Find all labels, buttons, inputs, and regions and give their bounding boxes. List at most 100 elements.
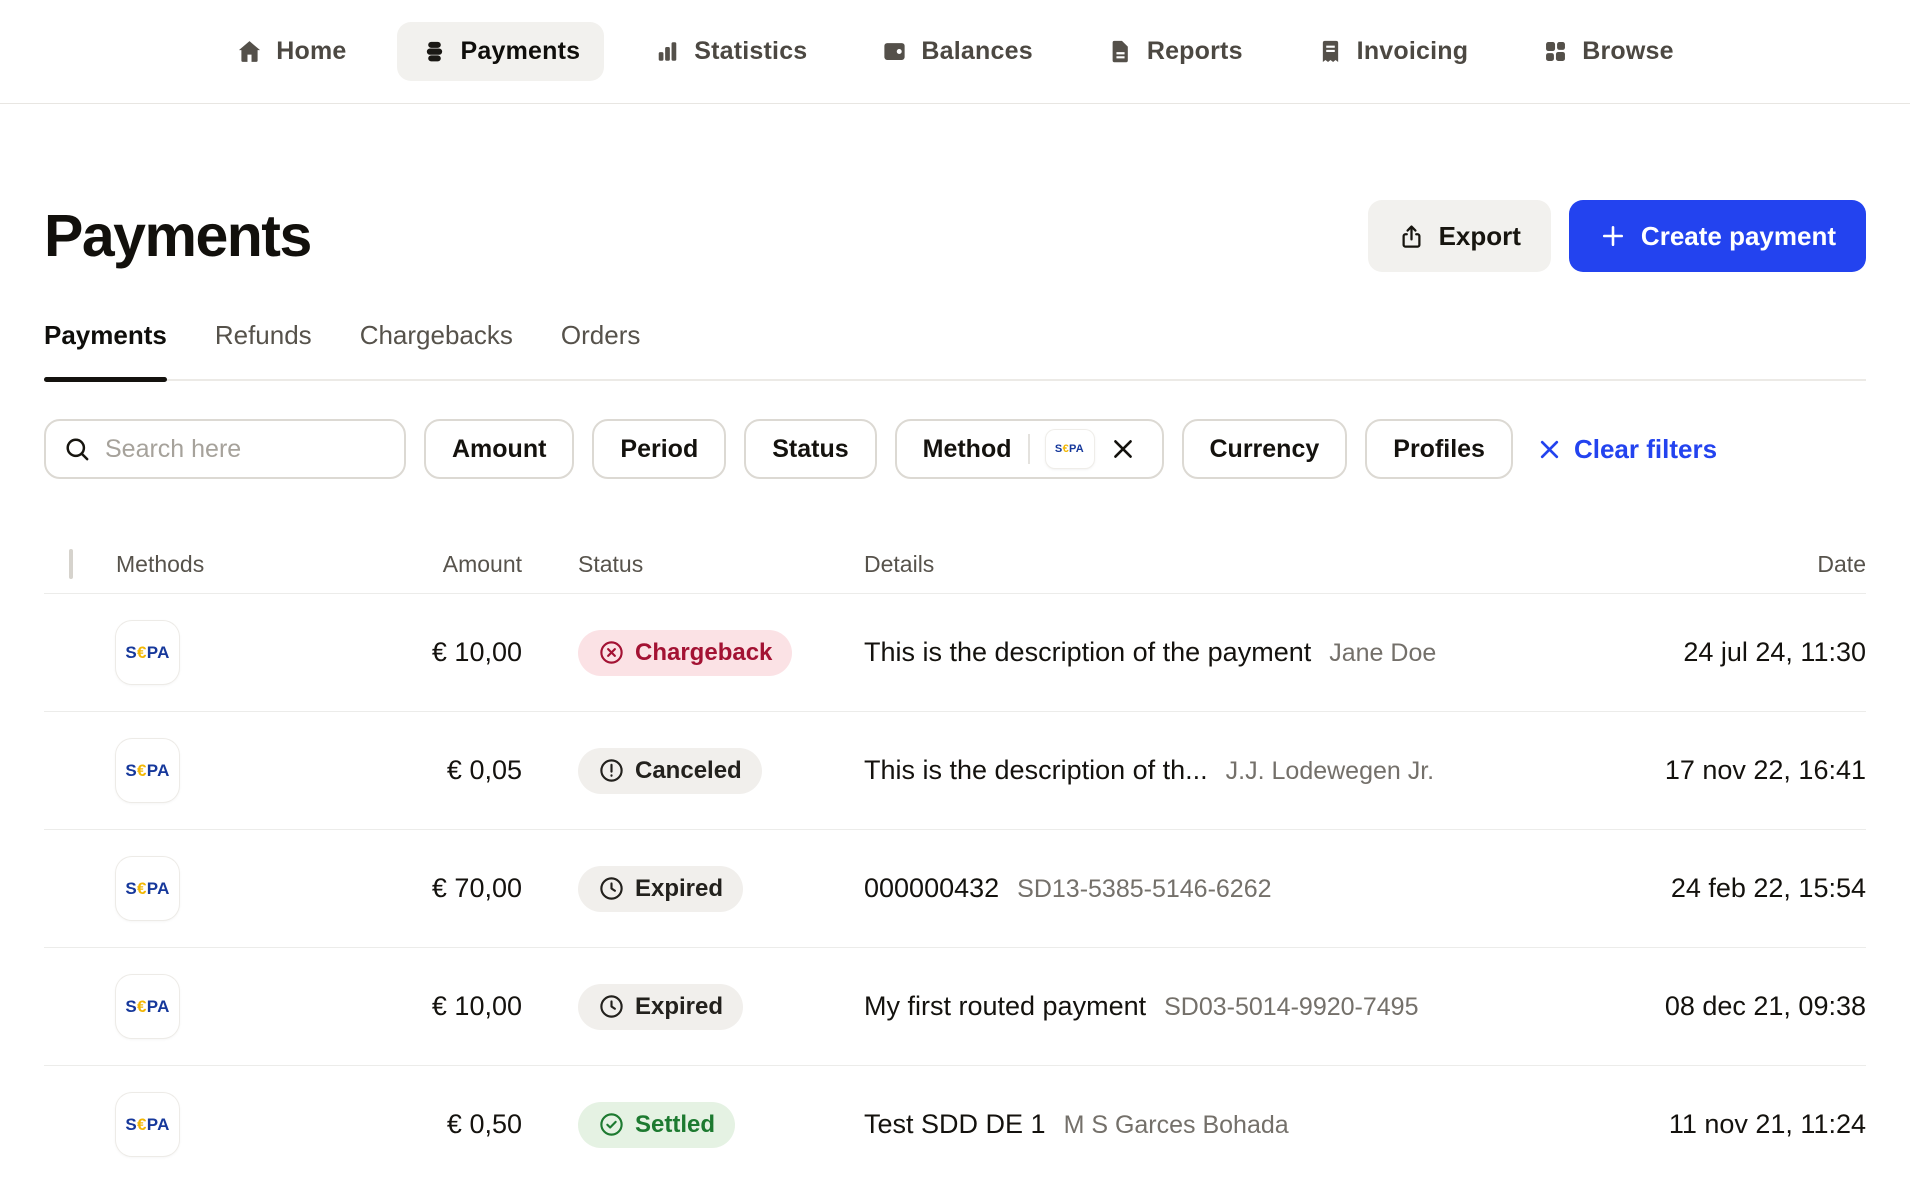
page-header: Payments Export Create payment — [44, 200, 1866, 272]
home-icon — [236, 38, 263, 65]
sepa-letter-s: S — [125, 643, 137, 663]
sepa-euro: € — [137, 879, 147, 899]
nav-item-balances[interactable]: Balances — [857, 22, 1056, 81]
export-button[interactable]: Export — [1368, 200, 1551, 272]
nav-item-browse[interactable]: Browse — [1518, 22, 1698, 81]
table-row[interactable]: S€PA € 10,00 Expired My first routed pay… — [44, 947, 1866, 1065]
sepa-letters-pa: PA — [147, 1115, 170, 1135]
sepa-letter-s: S — [125, 761, 137, 781]
nav-item-home[interactable]: Home — [212, 22, 370, 81]
amount-cell: € 0,50 — [260, 1109, 522, 1140]
date-cell: 08 dec 21, 09:38 — [1616, 991, 1866, 1022]
check-circle-icon — [598, 1111, 625, 1138]
top-navigation: Home Payments Statistics Balances Report… — [0, 0, 1910, 104]
table-row[interactable]: S€PA € 10,00 Chargeback This is the desc… — [44, 593, 1866, 711]
clear-filters-x-icon — [1537, 437, 1562, 462]
status-badge: Expired — [578, 984, 743, 1030]
sub-tabs: Payments Refunds Chargebacks Orders — [44, 320, 1866, 381]
sepa-method-icon: S€PA — [116, 739, 179, 802]
sepa-method-icon: S€PA — [116, 857, 179, 920]
col-header-date: Date — [1616, 551, 1866, 578]
filter-method[interactable]: Method S€PA — [895, 419, 1164, 479]
create-payment-label: Create payment — [1641, 221, 1836, 252]
sepa-letter-s: S — [125, 879, 137, 899]
payment-secondary: SD13-5385-5146-6262 — [1017, 875, 1271, 904]
browse-icon — [1542, 38, 1569, 65]
payments-table: Methods Amount Status Details Date S€PA … — [44, 535, 1866, 1180]
clock-icon — [598, 993, 625, 1020]
payments-icon — [421, 38, 448, 65]
payment-secondary: Jane Doe — [1329, 639, 1436, 668]
tab-orders[interactable]: Orders — [561, 320, 640, 379]
nav-label-payments: Payments — [461, 37, 581, 66]
date-cell: 11 nov 21, 11:24 — [1616, 1109, 1866, 1140]
export-icon — [1398, 223, 1425, 250]
table-header: Methods Amount Status Details Date — [44, 535, 1866, 593]
main-content: Payments Export Create payment Payments … — [0, 200, 1910, 1180]
clear-filters-link[interactable]: Clear filters — [1537, 434, 1717, 465]
export-label: Export — [1439, 221, 1521, 252]
sepa-letter-s: S — [125, 1115, 137, 1135]
payment-secondary: M S Garces Bohada — [1064, 1111, 1289, 1140]
clock-icon — [598, 875, 625, 902]
header-actions: Export Create payment — [1368, 200, 1866, 272]
sepa-euro: € — [137, 643, 147, 663]
filter-status[interactable]: Status — [744, 419, 876, 479]
remove-method-filter-icon[interactable] — [1110, 436, 1136, 462]
status-badge: Settled — [578, 1102, 735, 1148]
amount-cell: € 10,00 — [260, 637, 522, 668]
sepa-method-icon: S€PA — [116, 621, 179, 684]
amount-cell: € 70,00 — [260, 873, 522, 904]
status-label: Settled — [635, 1111, 715, 1139]
table-row[interactable]: S€PA € 0,05 Canceled This is the descrip… — [44, 711, 1866, 829]
invoicing-icon — [1317, 38, 1344, 65]
sepa-letters-pa: PA — [147, 643, 170, 663]
status-label: Canceled — [635, 757, 742, 785]
nav-item-payments[interactable]: Payments — [397, 22, 605, 81]
select-all-checkbox[interactable] — [69, 549, 73, 579]
statistics-icon — [654, 38, 681, 65]
status-label: Expired — [635, 875, 723, 903]
filter-period[interactable]: Period — [592, 419, 726, 479]
search-box[interactable] — [44, 419, 406, 479]
balances-icon — [881, 38, 908, 65]
sepa-euro: € — [137, 997, 147, 1017]
reports-icon — [1107, 38, 1134, 65]
sepa-letters-pa: PA — [147, 879, 170, 899]
table-row[interactable]: S€PA € 70,00 Expired 000000432SD13-5385-… — [44, 829, 1866, 947]
col-header-methods: Methods — [100, 551, 260, 578]
nav-item-reports[interactable]: Reports — [1083, 22, 1267, 81]
sepa-euro: € — [137, 761, 147, 781]
filter-currency[interactable]: Currency — [1182, 419, 1348, 479]
divider — [1028, 434, 1030, 464]
create-payment-button[interactable]: Create payment — [1569, 200, 1866, 272]
nav-item-statistics[interactable]: Statistics — [630, 22, 831, 81]
plus-icon — [1599, 222, 1627, 250]
filter-amount[interactable]: Amount — [424, 419, 574, 479]
nav-label-reports: Reports — [1147, 37, 1243, 66]
sepa-letters-pa: PA — [147, 761, 170, 781]
nav-label-browse: Browse — [1582, 37, 1674, 66]
page-title: Payments — [44, 202, 311, 270]
filter-profiles[interactable]: Profiles — [1365, 419, 1513, 479]
col-header-amount: Amount — [260, 551, 522, 578]
status-badge: Expired — [578, 866, 743, 912]
date-cell: 24 feb 22, 15:54 — [1616, 873, 1866, 904]
search-input[interactable] — [105, 435, 386, 464]
sepa-method-icon: S€PA — [116, 975, 179, 1038]
status-badge: Canceled — [578, 748, 762, 794]
sepa-method-icon: S€PA — [116, 1093, 179, 1156]
tab-refunds[interactable]: Refunds — [215, 320, 312, 379]
payment-secondary: J.J. Lodewegen Jr. — [1226, 757, 1434, 786]
nav-item-invoicing[interactable]: Invoicing — [1293, 22, 1493, 81]
alert-circle-icon — [598, 757, 625, 784]
sepa-letter-s: S — [125, 997, 137, 1017]
tab-chargebacks[interactable]: Chargebacks — [360, 320, 513, 379]
tab-payments[interactable]: Payments — [44, 320, 167, 379]
date-cell: 24 jul 24, 11:30 — [1616, 637, 1866, 668]
nav-label-invoicing: Invoicing — [1357, 37, 1469, 66]
clear-filters-label: Clear filters — [1574, 434, 1717, 465]
nav-label-balances: Balances — [921, 37, 1032, 66]
table-row[interactable]: S€PA € 0,50 Settled Test SDD DE 1M S Gar… — [44, 1065, 1866, 1180]
status-label: Chargeback — [635, 639, 772, 667]
